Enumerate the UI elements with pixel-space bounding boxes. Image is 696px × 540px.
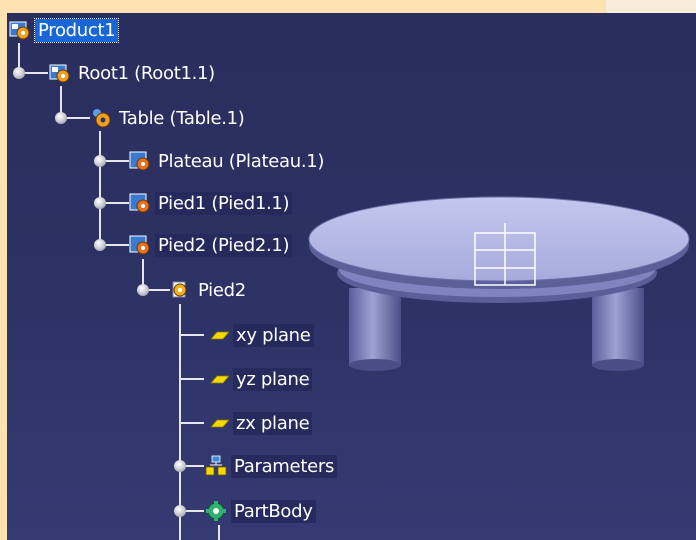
partbody-icon: [206, 501, 226, 521]
collapse-toggle[interactable]: [174, 505, 186, 517]
tree-node-label: Product1: [33, 17, 120, 43]
tree-node-table[interactable]: Table (Table.1): [90, 105, 248, 131]
tree-node-label: xy plane: [233, 323, 314, 347]
part-icon: [129, 235, 150, 255]
tree-node-label: Root1 (Root1.1): [78, 62, 215, 84]
plane-icon: [210, 331, 229, 340]
expand-toggle[interactable]: [174, 460, 186, 472]
3d-viewport[interactable]: Product1 Root1 (Root1.1) Table (Table.1): [7, 13, 696, 540]
part-icon: [129, 193, 150, 213]
tree-line: [179, 334, 204, 336]
collapse-toggle[interactable]: [137, 284, 149, 296]
tree-node-label: Pied2: [198, 279, 246, 301]
collapse-toggle[interactable]: [55, 112, 67, 124]
tree-node-pied2-instance[interactable]: Pied2 (Pied2.1): [129, 232, 293, 258]
tree-node-label: Parameters: [231, 454, 338, 478]
tree-node-label: yz plane: [233, 367, 313, 391]
part-body-gear-icon: [172, 281, 187, 298]
tree-node-label: PartBody: [231, 499, 316, 523]
tree-node-label: zx plane: [233, 411, 313, 435]
tree-line: [99, 131, 101, 245]
product-gear-icon: [93, 109, 111, 128]
tree-node-zx-plane[interactable]: zx plane: [207, 410, 313, 436]
window-top-notch: [606, 0, 696, 13]
plane-icon: [210, 375, 229, 384]
collapse-toggle[interactable]: [94, 239, 106, 251]
collapse-toggle[interactable]: [13, 67, 25, 79]
tree-node-plateau[interactable]: Plateau (Plateau.1): [129, 148, 327, 174]
tree-line: [218, 525, 220, 540]
tree-node-root1[interactable]: Root1 (Root1.1): [49, 60, 218, 86]
tree-node-yz-plane[interactable]: yz plane: [207, 366, 313, 392]
product-icon: [9, 21, 30, 40]
part-icon: [129, 151, 150, 171]
parameters-icon: [205, 455, 227, 476]
tree-node-xy-plane[interactable]: xy plane: [207, 322, 314, 348]
tree-node-parameters[interactable]: Parameters: [205, 453, 338, 479]
tree-node-product1[interactable]: Product1: [9, 17, 120, 43]
expand-toggle[interactable]: [94, 155, 106, 167]
window-top-border: [0, 0, 696, 13]
tree-node-label: Table (Table.1): [119, 107, 245, 129]
tree-node-partbody[interactable]: PartBody: [205, 498, 316, 524]
specification-tree: Product1 Root1 (Root1.1) Table (Table.1): [7, 13, 696, 540]
tree-line: [179, 422, 204, 424]
expand-toggle[interactable]: [94, 197, 106, 209]
tree-node-pied2-part[interactable]: Pied2: [169, 277, 249, 303]
product-icon: [49, 64, 70, 83]
tree-node-pied1[interactable]: Pied1 (Pied1.1): [129, 190, 293, 216]
tree-node-label: Pied1 (Pied1.1): [155, 191, 293, 215]
plane-icon: [210, 419, 229, 428]
tree-line: [179, 378, 204, 380]
tree-node-label: Plateau (Plateau.1): [158, 150, 325, 172]
window-left-border: [0, 0, 7, 540]
tree-node-label: Pied2 (Pied2.1): [155, 233, 293, 257]
